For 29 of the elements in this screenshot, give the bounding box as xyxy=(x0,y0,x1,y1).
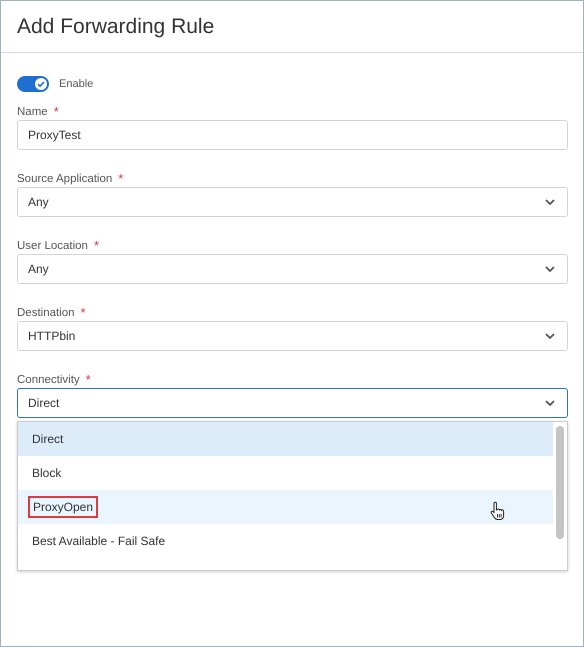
required-mark: * xyxy=(80,305,86,320)
dropdown-option[interactable]: Best Available - Fail Safe xyxy=(18,524,553,558)
field-label: Connectivity xyxy=(17,374,80,386)
field-label: Name xyxy=(17,106,48,118)
required-mark: * xyxy=(54,104,59,119)
chevron-down-icon xyxy=(545,333,555,339)
select-field[interactable]: HTTPbin xyxy=(17,321,568,351)
required-mark: * xyxy=(86,372,91,387)
enable-toggle[interactable] xyxy=(17,76,49,92)
hand-cursor-icon xyxy=(489,501,505,521)
field-label: User Location xyxy=(17,240,88,252)
name-input[interactable]: ProxyTest xyxy=(17,120,568,150)
chevron-down-icon xyxy=(545,266,555,272)
dropdown-option[interactable]: Block xyxy=(18,456,553,490)
select-field[interactable]: Direct xyxy=(17,388,568,418)
select-field[interactable]: Any xyxy=(17,187,568,217)
field-label: Destination xyxy=(17,306,75,318)
scrollbar[interactable] xyxy=(556,426,564,539)
field-label: Source Application xyxy=(17,172,112,184)
dropdown-option[interactable]: ProxyOpen xyxy=(18,490,553,524)
chevron-down-icon xyxy=(545,199,555,205)
dropdown-option[interactable]: Direct xyxy=(18,422,553,456)
check-icon xyxy=(36,79,46,89)
required-mark: * xyxy=(94,238,100,253)
dialog-title: Add Forwarding Rule xyxy=(17,14,214,38)
enable-label: Enable xyxy=(59,78,94,90)
required-mark: * xyxy=(118,171,124,186)
chevron-down-icon xyxy=(545,400,555,406)
select-field[interactable]: Any xyxy=(17,254,568,284)
